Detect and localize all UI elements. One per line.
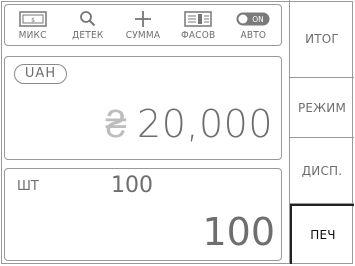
amount-value: 20,000 (137, 102, 273, 146)
plus-icon (134, 9, 152, 29)
count-panel: ШТ 100 100 (4, 168, 282, 261)
mode-detect[interactable]: ДЕТЕК (61, 9, 115, 41)
mode-sum[interactable]: СУММА (116, 9, 170, 41)
amount-panel: UAH ₴ 20,000 (4, 56, 282, 160)
total-count: 100 (202, 210, 275, 254)
svg-text:$: $ (31, 17, 35, 24)
total-button[interactable]: ИТОГ (290, 0, 354, 78)
mode-batch[interactable]: ФАСОВ (171, 9, 225, 41)
currency-badge[interactable]: UAH (14, 64, 67, 84)
banknote-stack-icon (184, 9, 212, 29)
toggle-state-label: ON (253, 15, 265, 24)
toggle-on-icon[interactable]: ON (236, 9, 270, 29)
banknote-icon: $ (18, 9, 47, 29)
mode-mix[interactable]: $ МИКС (6, 9, 60, 41)
search-icon (79, 9, 97, 29)
batch-count: 100 (111, 173, 153, 198)
display-button[interactable]: ДИСП. (290, 138, 354, 204)
mode-auto[interactable]: ON АВТО (226, 9, 280, 41)
count-unit-label: ШТ (17, 179, 39, 194)
mode-button[interactable]: РЕЖИМ (290, 78, 354, 138)
amount-display: ₴ 20,000 (105, 102, 273, 147)
currency-symbol: ₴ (105, 102, 128, 146)
side-menu: ИТОГ РЕЖИМ ДИСП. ПЕЧ (289, 0, 354, 264)
mode-bar: $ МИКС ДЕТЕК СУММА ФАСОВ ON АВТО (4, 4, 282, 46)
print-button[interactable]: ПЕЧ (290, 204, 354, 264)
